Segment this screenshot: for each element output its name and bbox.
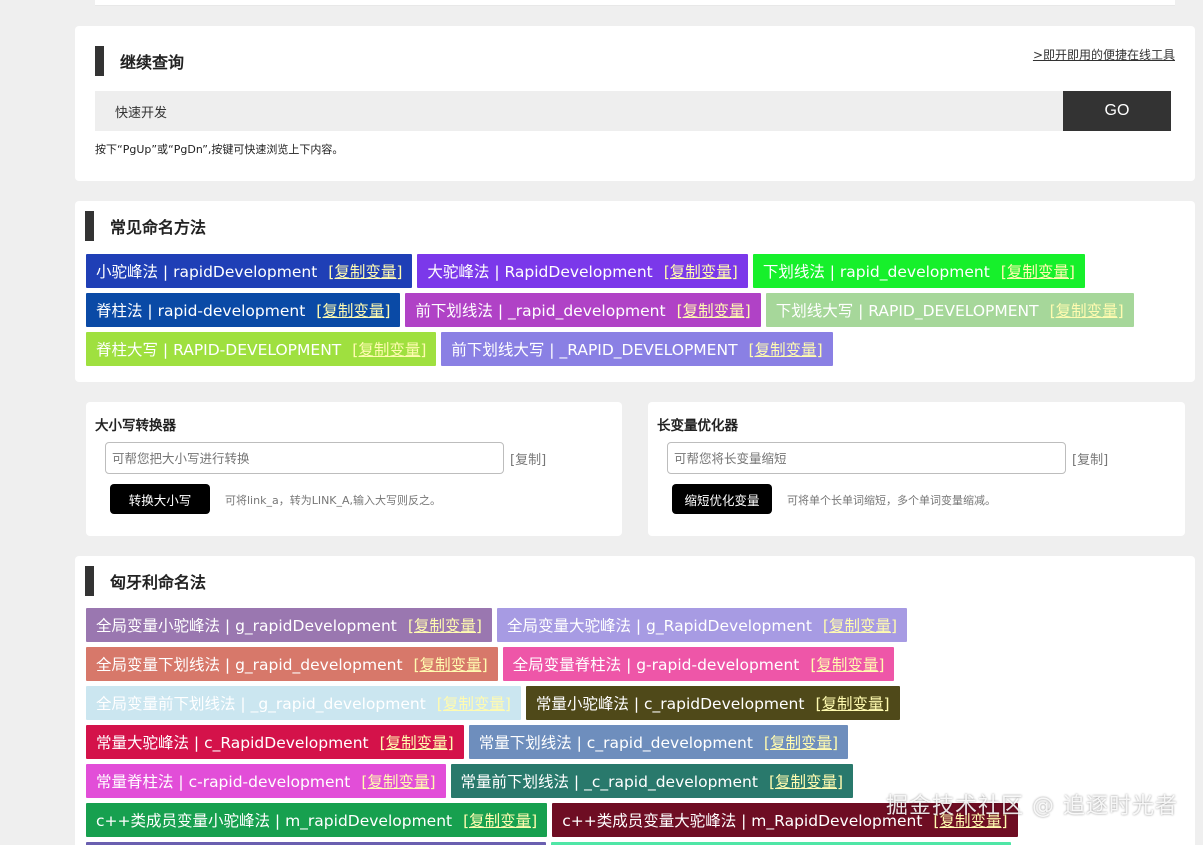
copy-variable-link[interactable]: [复制变量] — [328, 260, 402, 282]
online-tools-link[interactable]: >即开即用的便捷在线工具 — [1033, 46, 1175, 63]
title-bar — [85, 211, 94, 241]
tag-label: 全局变量前下划线法 | _g_rapid_development — [96, 695, 426, 713]
variable-optimizer-input[interactable] — [667, 442, 1066, 474]
copy-variable-link[interactable]: [复制变量] — [1050, 299, 1124, 321]
naming-tag[interactable]: 脊柱法 | rapid-development [复制变量] — [86, 293, 401, 327]
title-bar — [85, 566, 94, 596]
case-converter-input[interactable] — [105, 442, 504, 474]
convert-case-button[interactable]: 转换大小写 — [110, 484, 210, 514]
case-converter-title: 大小写转换器 — [95, 418, 176, 434]
naming-tag[interactable]: 下划线大写 | RAPID_DEVELOPMENT [复制变量] — [765, 293, 1134, 327]
naming-tag[interactable]: 前下划线法 | _rapid_development [复制变量] — [405, 293, 761, 327]
tag-label: 常量大驼峰法 | c_RapidDevelopment — [96, 734, 369, 752]
case-converter-card: 大小写转换器 [复制] 转换大小写 可将link_a，转为LINK_A,输入大写… — [86, 402, 622, 536]
case-copy-link[interactable]: [复制] — [510, 449, 546, 468]
naming-tag[interactable]: 常量下划线法 | c_rapid_development [复制变量] — [468, 725, 849, 759]
copy-variable-link[interactable]: [复制变量] — [316, 299, 390, 321]
search-section-title: 继续查询 — [95, 46, 184, 76]
tag-label: 全局变量大驼峰法 | g_RapidDevelopment — [506, 617, 812, 635]
hungarian-title: 匈牙利命名法 — [110, 573, 207, 592]
copy-variable-link[interactable]: [复制变量] — [677, 299, 751, 321]
optimizer-copy-link[interactable]: [复制] — [1072, 449, 1108, 468]
naming-tag[interactable]: 小驼峰法 | rapidDevelopment [复制变量] — [86, 254, 413, 288]
copy-variable-link[interactable]: [复制变量] — [769, 770, 843, 792]
naming-section-title: 常见命名方法 — [85, 211, 206, 241]
keyboard-hint: 按下“PgUp”或“PgDn”,按键可快速浏览上下内容。 — [95, 143, 344, 156]
tag-label: 小驼峰法 | rapidDevelopment — [96, 263, 318, 281]
copy-variable-link[interactable]: [复制变量] — [749, 338, 823, 360]
naming-tag[interactable]: 全局变量脊柱法 | g-rapid-development [复制变量] — [502, 647, 895, 681]
tag-label: 常量前下划线法 | _c_rapid_development — [460, 773, 758, 791]
naming-tag[interactable]: 全局变量小驼峰法 | g_rapidDevelopment [复制变量] — [86, 608, 492, 642]
search-input[interactable] — [95, 91, 1063, 131]
tag-label: 常量脊柱法 | c-rapid-development — [96, 773, 351, 791]
copy-variable-link[interactable]: [复制变量] — [361, 770, 435, 792]
tag-label: 下划线法 | rapid_development — [762, 263, 990, 281]
go-button[interactable]: GO — [1063, 91, 1171, 131]
tag-label: 全局变量下划线法 | g_rapid_development — [96, 656, 403, 674]
naming-tag-list: 小驼峰法 | rapidDevelopment [复制变量] 大驼峰法 | Rapi… — [86, 254, 1187, 371]
copy-variable-link[interactable]: [复制变量] — [764, 731, 838, 753]
tag-label: 全局变量脊柱法 | g-rapid-development — [512, 656, 800, 674]
tag-label: 下划线大写 | RAPID_DEVELOPMENT — [775, 302, 1039, 320]
search-card: 继续查询 >即开即用的便捷在线工具 GO 按下“PgUp”或“PgDn”,按键可… — [75, 26, 1195, 181]
tag-label: 前下划线大写 | _RAPID_DEVELOPMENT — [451, 341, 738, 359]
naming-card: 常见命名方法 小驼峰法 | rapidDevelopment [复制变量] 大驼峰法… — [75, 201, 1195, 382]
copy-variable-link[interactable]: [复制变量] — [408, 614, 482, 636]
search-title: 继续查询 — [120, 53, 185, 72]
tag-label: 常量下划线法 | c_rapid_development — [478, 734, 753, 752]
tag-label: c++类成员变量大驼峰法 | m_RapidDevelopment — [562, 812, 923, 830]
naming-tag[interactable]: 大驼峰法 | RapidDevelopment [复制变量] — [417, 254, 748, 288]
copy-variable-link[interactable]: [复制变量] — [352, 338, 426, 360]
copy-variable-link[interactable]: [复制变量] — [815, 692, 889, 714]
tag-label: c++类成员变量小驼峰法 | m_rapidDevelopment — [96, 812, 453, 830]
tag-label: 常量小驼峰法 | c_rapidDevelopment — [535, 695, 805, 713]
variable-optimizer-title: 长变量优化器 — [657, 418, 738, 434]
tag-label: 全局变量小驼峰法 | g_rapidDevelopment — [96, 617, 397, 635]
naming-tag[interactable]: 前下划线大写 | _RAPID_DEVELOPMENT [复制变量] — [441, 332, 833, 366]
copy-variable-link[interactable]: [复制变量] — [414, 653, 488, 675]
optimize-variable-button[interactable]: 缩短优化变量 — [672, 484, 772, 514]
title-bar — [95, 46, 104, 76]
copy-variable-link[interactable]: [复制变量] — [823, 614, 897, 636]
hungarian-section-title: 匈牙利命名法 — [85, 566, 206, 596]
naming-tag[interactable]: 常量前下划线法 | _c_rapid_development [复制变量] — [450, 764, 854, 798]
naming-tag[interactable]: 脊柱大写 | RAPID-DEVELOPMENT [复制变量] — [86, 332, 437, 366]
naming-tag[interactable]: c++类成员变量小驼峰法 | m_rapidDevelopment [复制变量] — [86, 803, 548, 837]
copy-variable-link[interactable]: [复制变量] — [664, 260, 738, 282]
naming-tag[interactable]: 全局变量大驼峰法 | g_RapidDevelopment [复制变量] — [496, 608, 908, 642]
top-strip — [95, 0, 1175, 6]
tag-label: 前下划线法 | _rapid_development — [415, 302, 666, 320]
tag-label: 大驼峰法 | RapidDevelopment — [427, 263, 653, 281]
variable-optimizer-card: 长变量优化器 [复制] 缩短优化变量 可将单个长单词缩短，多个单词变量缩减。 — [648, 402, 1185, 536]
tag-label: 脊柱法 | rapid-development — [96, 302, 306, 320]
naming-tag[interactable]: 常量大驼峰法 | c_RapidDevelopment [复制变量] — [86, 725, 464, 759]
copy-variable-link[interactable]: [复制变量] — [437, 692, 511, 714]
naming-tag[interactable]: 下划线法 | rapid_development [复制变量] — [752, 254, 1085, 288]
case-converter-desc: 可将link_a，转为LINK_A,输入大写则反之。 — [225, 494, 442, 507]
copy-variable-link[interactable]: [复制变量] — [1001, 260, 1075, 282]
naming-title: 常见命名方法 — [110, 218, 207, 237]
search-row: GO — [95, 91, 1171, 131]
watermark: 掘金技术社区 @ 追逐时光者 — [886, 794, 1178, 819]
copy-variable-link[interactable]: [复制变量] — [810, 653, 884, 675]
tag-label: 脊柱大写 | RAPID-DEVELOPMENT — [96, 341, 342, 359]
naming-tag[interactable]: 常量小驼峰法 | c_rapidDevelopment [复制变量] — [525, 686, 900, 720]
copy-variable-link[interactable]: [复制变量] — [380, 731, 454, 753]
copy-variable-link[interactable]: [复制变量] — [463, 809, 537, 831]
variable-optimizer-desc: 可将单个长单词缩短，多个单词变量缩减。 — [787, 494, 996, 507]
naming-tag[interactable]: 全局变量下划线法 | g_rapid_development [复制变量] — [86, 647, 498, 681]
naming-tag[interactable]: 全局变量前下划线法 | _g_rapid_development [复制变量] — [86, 686, 521, 720]
naming-tag[interactable]: 常量脊柱法 | c-rapid-development [复制变量] — [86, 764, 446, 798]
